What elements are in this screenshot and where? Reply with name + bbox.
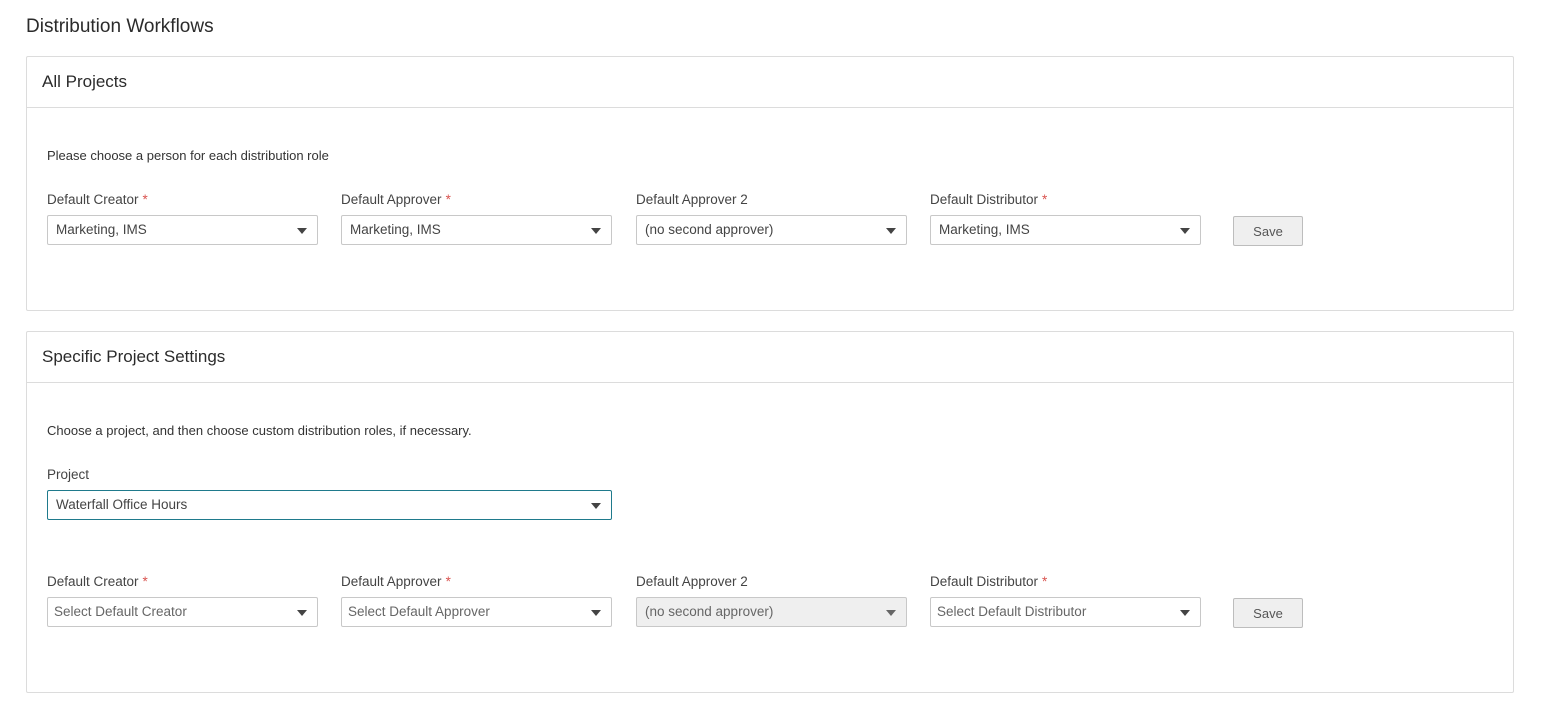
caret-down-icon	[1180, 610, 1190, 616]
specific-project-save-button[interactable]: Save	[1233, 598, 1303, 628]
project-label: Project	[47, 467, 90, 482]
all-projects-panel: All Projects Please choose a person for …	[26, 56, 1514, 311]
caret-down-icon	[591, 228, 601, 234]
project-default-distributor-placeholder: Select Default Distributor	[937, 604, 1087, 619]
project-default-approver-label: Default Approver *	[341, 574, 451, 589]
caret-down-icon	[297, 228, 307, 234]
project-default-approver-2-label: Default Approver 2	[636, 574, 748, 589]
default-approver-label-text: Default Approver	[341, 192, 442, 207]
required-marker: *	[1042, 192, 1048, 207]
default-creator-label: Default Creator *	[47, 192, 148, 207]
caret-down-icon	[886, 228, 896, 234]
default-approver-2-label-text: Default Approver 2	[636, 192, 748, 207]
project-default-creator-placeholder: Select Default Creator	[54, 604, 187, 619]
specific-project-instruction: Choose a project, and then choose custom…	[47, 423, 472, 438]
project-default-approver-2-label-text: Default Approver 2	[636, 574, 748, 589]
default-creator-value: Marketing, IMS	[56, 222, 147, 237]
project-default-approver-label-text: Default Approver	[341, 574, 442, 589]
default-approver-2-label: Default Approver 2	[636, 192, 748, 207]
specific-project-panel: Specific Project Settings Choose a proje…	[26, 331, 1514, 693]
caret-down-icon	[591, 503, 601, 509]
project-default-approver-2-select: (no second approver)	[636, 597, 907, 627]
project-default-creator-label-text: Default Creator	[47, 574, 139, 589]
project-select[interactable]: Waterfall Office Hours	[47, 490, 612, 520]
default-approver-2-value: (no second approver)	[645, 222, 774, 237]
project-default-distributor-select[interactable]: Select Default Distributor	[930, 597, 1201, 627]
project-value: Waterfall Office Hours	[56, 497, 188, 512]
project-default-distributor-label: Default Distributor *	[930, 574, 1047, 589]
default-distributor-label: Default Distributor *	[930, 192, 1047, 207]
project-default-approver-placeholder: Select Default Approver	[348, 604, 490, 619]
required-marker: *	[142, 192, 148, 207]
all-projects-instruction: Please choose a person for each distribu…	[47, 148, 329, 163]
default-creator-label-text: Default Creator	[47, 192, 139, 207]
required-marker: *	[445, 574, 451, 589]
project-default-distributor-label-text: Default Distributor	[930, 574, 1039, 589]
default-creator-select[interactable]: Marketing, IMS	[47, 215, 318, 245]
caret-down-icon	[886, 610, 896, 616]
caret-down-icon	[297, 610, 307, 616]
required-marker: *	[142, 574, 148, 589]
default-approver-label: Default Approver *	[341, 192, 451, 207]
project-default-creator-label: Default Creator *	[47, 574, 148, 589]
default-approver-2-select[interactable]: (no second approver)	[636, 215, 907, 245]
project-default-approver-select[interactable]: Select Default Approver	[341, 597, 612, 627]
required-marker: *	[445, 192, 451, 207]
caret-down-icon	[1180, 228, 1190, 234]
project-default-approver-2-value: (no second approver)	[645, 604, 774, 619]
default-distributor-label-text: Default Distributor	[930, 192, 1039, 207]
all-projects-header: All Projects	[27, 57, 1513, 108]
default-distributor-value: Marketing, IMS	[939, 222, 1030, 237]
specific-project-header: Specific Project Settings	[27, 332, 1513, 383]
default-distributor-select[interactable]: Marketing, IMS	[930, 215, 1201, 245]
all-projects-save-button[interactable]: Save	[1233, 216, 1303, 246]
required-marker: *	[1042, 574, 1048, 589]
caret-down-icon	[591, 610, 601, 616]
default-approver-value: Marketing, IMS	[350, 222, 441, 237]
project-default-creator-select[interactable]: Select Default Creator	[47, 597, 318, 627]
page-title: Distribution Workflows	[26, 16, 214, 37]
default-approver-select[interactable]: Marketing, IMS	[341, 215, 612, 245]
